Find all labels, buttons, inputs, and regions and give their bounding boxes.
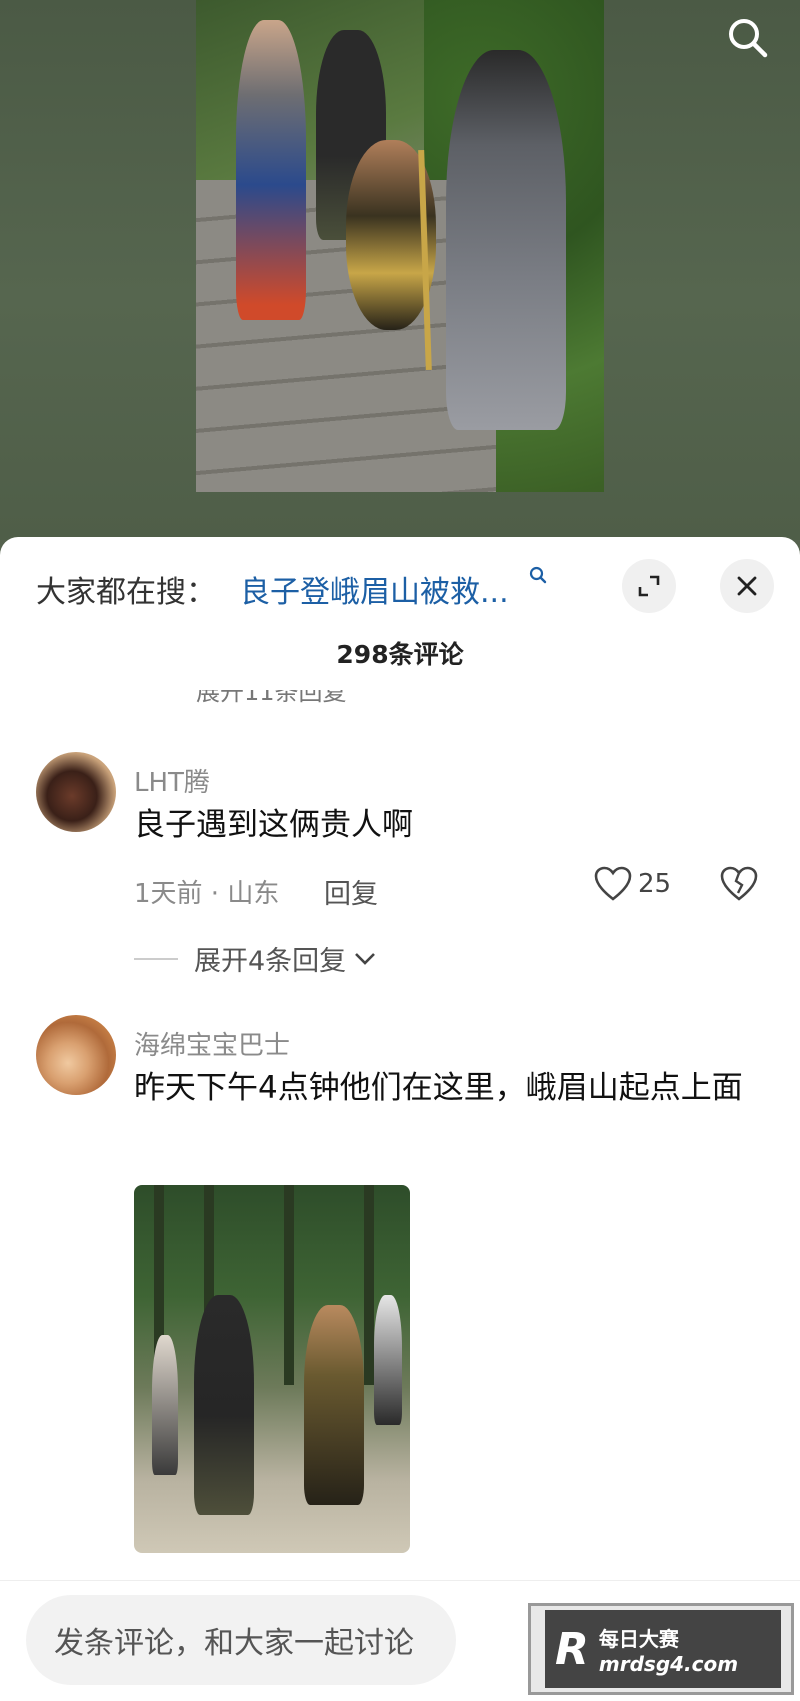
expand-replies-label: 展开11条回复 [196, 690, 347, 704]
expand-replies-clipped[interactable]: 展开11条回复 [196, 690, 347, 704]
watermark-cn: 每日大赛 [598, 1626, 679, 1651]
comment-text: 良子遇到这俩贵人啊 [134, 807, 413, 843]
video-frame[interactable] [196, 0, 604, 492]
search-icon [729, 19, 768, 58]
search-prefix-label: 大家都在搜： [36, 575, 216, 610]
comment-count: 298条评论 [336, 640, 464, 669]
video-person [236, 20, 306, 320]
watermark-text: 每日大赛 mrdsg4.com [599, 1623, 738, 1676]
image-person [304, 1305, 364, 1505]
like-button[interactable]: 25 [594, 866, 671, 902]
comment-username[interactable]: 海绵宝宝巴士 [134, 1025, 290, 1062]
search-button[interactable] [722, 12, 772, 62]
expand-icon [638, 575, 660, 597]
video-background [0, 0, 800, 540]
bottom-bar: 发条评论，和大家一起讨论 R 每日大赛 mrdsg4.com [0, 1580, 800, 1701]
image-person [152, 1335, 178, 1475]
watermark: R 每日大赛 mrdsg4.com [528, 1603, 794, 1695]
heart-icon [594, 866, 632, 901]
comment-text: 昨天下午4点钟他们在这里，峨眉山起点上面 [134, 1070, 743, 1106]
like-count: 25 [638, 869, 672, 899]
watermark-url: mrdsg4.com [598, 1651, 739, 1676]
avatar[interactable] [36, 1015, 116, 1095]
watermark-logo: R [555, 1623, 589, 1675]
chevron-down-icon [355, 952, 376, 965]
divider-line [134, 957, 178, 960]
image-person [374, 1295, 402, 1425]
comment-username[interactable]: LHT腾 [134, 762, 210, 799]
close-button[interactable] [720, 559, 774, 613]
comment-image[interactable] [134, 1185, 410, 1553]
small-search-icon [529, 566, 547, 584]
expand-button[interactable] [622, 559, 676, 613]
broken-heart-icon [720, 866, 758, 901]
reply-button[interactable]: 回复 [324, 872, 378, 911]
expand-replies-button[interactable]: 展开4条回复 [134, 939, 378, 978]
image-tree [284, 1185, 294, 1385]
close-icon [737, 576, 757, 596]
watermark-inner: R 每日大赛 mrdsg4.com [545, 1610, 781, 1688]
expand-replies-label: 展开4条回复 [194, 946, 347, 977]
trending-search-link[interactable]: 良子登峨眉山被救... [240, 567, 509, 611]
image-person [194, 1295, 254, 1515]
comment-input[interactable]: 发条评论，和大家一起讨论 [26, 1595, 456, 1685]
dislike-button[interactable] [720, 866, 758, 906]
video-person [446, 50, 566, 430]
comment-sheet-header: 大家都在搜： 良子登峨眉山被救... 298条评论 [0, 537, 800, 669]
image-tree [364, 1185, 374, 1385]
avatar[interactable] [36, 752, 116, 832]
comment-time-location: 1天前 · 山东 [134, 879, 280, 909]
comment-sheet: 大家都在搜： 良子登峨眉山被救... 298条评论 展开11条回复 LHT腾 良… [0, 537, 800, 1701]
